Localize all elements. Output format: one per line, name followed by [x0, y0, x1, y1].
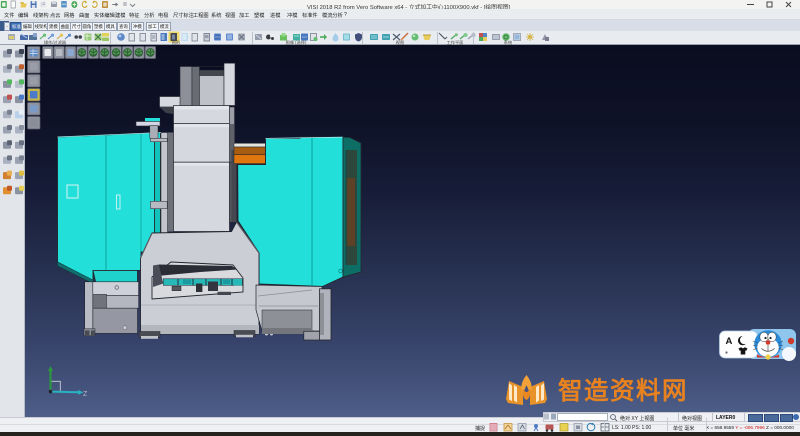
svg-text:智造资料网: 智造资料网: [558, 376, 688, 405]
svg-text:Z: Z: [83, 391, 88, 398]
svg-text:A: A: [726, 336, 733, 347]
